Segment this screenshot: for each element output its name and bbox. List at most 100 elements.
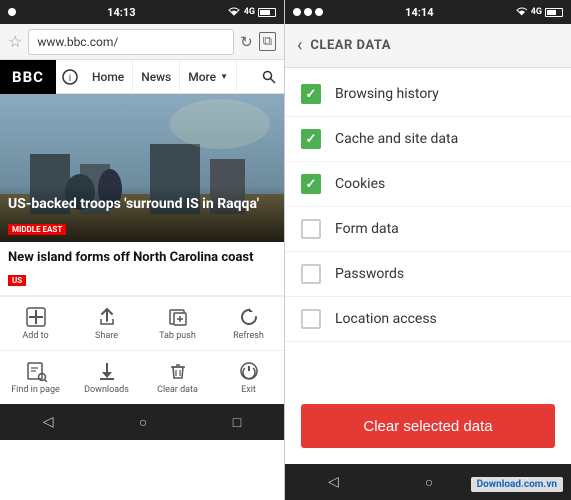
find-in-page-icon: [25, 360, 47, 382]
battery-icon-left: [258, 8, 276, 17]
checkbox-item-2[interactable]: ✓ Cookies: [285, 162, 571, 207]
toolbar-add-to[interactable]: Add to: [0, 306, 71, 341]
bbc-nav: BBC i Home News More ▼: [0, 60, 284, 94]
checkbox-item-3[interactable]: Form data: [285, 207, 571, 252]
news-item-title: New island forms off North Carolina coas…: [8, 250, 276, 265]
clear-data-header: ‹ CLEAR DATA: [285, 24, 571, 68]
checkbox-item-0[interactable]: ✓ Browsing history: [285, 72, 571, 117]
checkbox-label-5: Location access: [335, 311, 437, 327]
toolbar-row-2: Find in page Downloads Clear data: [0, 350, 284, 404]
network-type-right: 4G: [531, 7, 542, 17]
watermark: Download.com.vn: [471, 477, 563, 492]
checkbox-label-2: Cookies: [335, 176, 385, 192]
wifi-icon: [227, 7, 241, 17]
bbc-logo[interactable]: BBC: [0, 60, 56, 94]
tab-push-label: Tab push: [159, 331, 196, 341]
nav-item-news[interactable]: News: [133, 60, 180, 94]
checkbox-check-2: ✓: [306, 177, 317, 192]
hero-tag: MIDDLE EAST: [8, 224, 66, 235]
checkboxes-list: ✓ Browsing history ✓ Cache and site data ✓ Co…: [285, 68, 571, 388]
checkbox-label-1: Cache and site data: [335, 131, 458, 147]
add-to-icon: [25, 306, 47, 328]
svg-text:i: i: [69, 74, 71, 84]
address-bar: ☆ www.bbc.com/ ↻ ⧉: [0, 24, 284, 60]
reload-icon[interactable]: ↻: [240, 33, 253, 51]
clear-data-label: Clear data: [157, 385, 198, 395]
hero-overlay: US-backed troops 'surround IS in Raqqa' …: [0, 186, 284, 242]
refresh-label: Refresh: [233, 331, 264, 341]
checkbox-item-5[interactable]: Location access: [285, 297, 571, 342]
clear-data-title: CLEAR DATA: [310, 38, 391, 53]
refresh-icon: [238, 306, 260, 328]
bbc-icon-svg: i: [62, 69, 78, 85]
more-label: More: [188, 70, 216, 84]
bbc-search-button[interactable]: [254, 60, 284, 94]
toolbar-refresh[interactable]: Refresh: [213, 306, 284, 341]
tabs-icon[interactable]: ⧉: [259, 32, 276, 51]
time-right: 14:14: [405, 6, 433, 19]
add-to-label: Add to: [22, 331, 48, 341]
tab-push-icon: [167, 306, 189, 328]
toolbar-exit[interactable]: Exit: [213, 360, 284, 395]
back-button-left[interactable]: ◁: [43, 414, 54, 430]
notification-dot-right: [293, 8, 301, 16]
time-left: 14:13: [107, 6, 135, 19]
hero-image: US-backed troops 'surround IS in Raqqa' …: [0, 94, 284, 242]
checkbox-label-3: Form data: [335, 221, 399, 237]
notification-dot3-right: [315, 8, 323, 16]
home-button-right[interactable]: ○: [425, 474, 433, 491]
star-icon[interactable]: ☆: [8, 32, 22, 51]
checkbox-label-0: Browsing history: [335, 86, 439, 102]
checkbox-box-3[interactable]: [301, 219, 321, 239]
bbc-nav-items: Home News More ▼: [84, 60, 254, 94]
clear-btn-area: Clear selected data: [285, 388, 571, 464]
battery-fill-left: [260, 10, 270, 15]
status-icons-right: 4G: [516, 7, 563, 17]
news-item[interactable]: New island forms off North Carolina coas…: [0, 242, 284, 296]
back-arrow[interactable]: ‹: [297, 35, 302, 56]
network-type-left: 4G: [244, 7, 255, 17]
share-icon: [96, 306, 118, 328]
wifi-icon-right: [516, 7, 528, 17]
toolbar-downloads[interactable]: Downloads: [71, 360, 142, 395]
recent-button-left[interactable]: □: [233, 414, 241, 431]
search-icon: [262, 70, 276, 84]
toolbar-find-in-page[interactable]: Find in page: [0, 360, 71, 395]
downloads-label: Downloads: [84, 385, 129, 395]
find-in-page-label: Find in page: [11, 385, 60, 395]
status-icons-left: 4G: [227, 7, 276, 17]
url-bar[interactable]: www.bbc.com/: [28, 29, 234, 55]
exit-icon: [238, 360, 260, 382]
battery-icon-right: [545, 8, 563, 17]
url-text: www.bbc.com/: [37, 35, 118, 49]
news-label: News: [141, 70, 171, 84]
left-panel: 14:13 4G ☆ www.bbc.com/ ↻ ⧉ BBC i: [0, 0, 285, 500]
hero-title: US-backed troops 'surround IS in Raqqa': [8, 196, 276, 213]
checkbox-item-1[interactable]: ✓ Cache and site data: [285, 117, 571, 162]
checkbox-box-4[interactable]: [301, 264, 321, 284]
clear-data-icon: [167, 360, 189, 382]
status-left-icons: [293, 8, 323, 16]
checkbox-box-2[interactable]: ✓: [301, 174, 321, 194]
right-panel: 14:14 4G ‹ CLEAR DATA ✓Browsing history✓…: [285, 0, 571, 500]
share-label: Share: [95, 331, 118, 341]
back-button-right[interactable]: ◁: [328, 474, 339, 490]
checkbox-box-0[interactable]: ✓: [301, 84, 321, 104]
clear-selected-button[interactable]: Clear selected data: [301, 404, 555, 448]
checkbox-item-4[interactable]: Passwords: [285, 252, 571, 297]
battery-fill-right: [547, 10, 556, 15]
toolbar-tab-push[interactable]: Tab push: [142, 306, 213, 341]
bbc-circle-icon[interactable]: i: [56, 60, 84, 94]
home-button-left[interactable]: ○: [139, 414, 147, 431]
bbc-logo-text: BBC: [12, 68, 44, 86]
notification-dot: [8, 8, 16, 16]
nav-item-more[interactable]: More ▼: [180, 60, 237, 94]
notification-dot2-right: [304, 8, 312, 16]
checkbox-box-1[interactable]: ✓: [301, 129, 321, 149]
toolbar-share[interactable]: Share: [71, 306, 142, 341]
more-arrow: ▼: [220, 72, 228, 81]
nav-item-home[interactable]: Home: [84, 60, 133, 94]
checkbox-check-0: ✓: [306, 87, 317, 102]
checkbox-box-5[interactable]: [301, 309, 321, 329]
toolbar-clear-data[interactable]: Clear data: [142, 360, 213, 395]
